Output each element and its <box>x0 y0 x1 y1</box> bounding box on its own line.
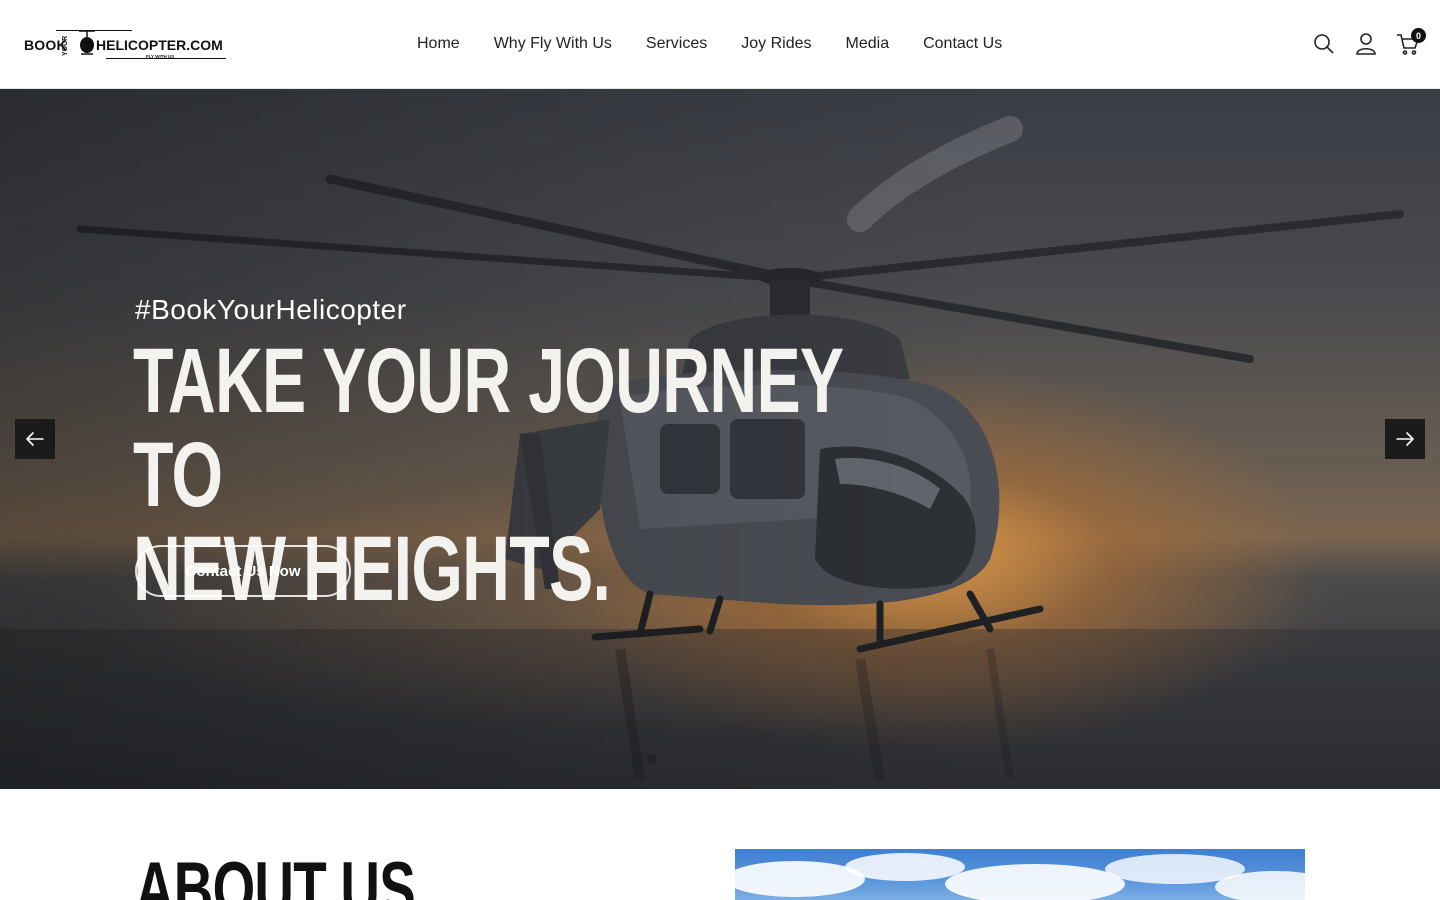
logo-text-helicopter: HELICOPTER.COM <box>96 37 223 53</box>
account-icon <box>1356 33 1376 55</box>
slider-prev-button[interactable] <box>15 419 55 459</box>
about-us-image <box>735 849 1305 900</box>
slider-dot[interactable] <box>647 754 657 764</box>
account-button[interactable] <box>1354 30 1378 58</box>
arrow-left-icon <box>26 432 44 446</box>
logo-text-your: YOUR <box>62 35 69 56</box>
nav-item-services[interactable]: Services <box>646 33 707 55</box>
main-nav: Home Why Fly With Us Services Joy Rides … <box>417 33 1002 55</box>
logo-tagline: FLY WITH US <box>146 54 175 59</box>
hero-headline-line1: TAKE YOUR JOURNEY TO <box>133 330 843 526</box>
nav-item-home[interactable]: Home <box>417 33 460 55</box>
search-icon <box>1314 34 1334 54</box>
about-us-heading: ABOUT US <box>135 847 416 900</box>
slider-next-button[interactable] <box>1385 419 1425 459</box>
nav-item-joy-rides[interactable]: Joy Rides <box>741 33 811 55</box>
logo-text-book: BOOK <box>24 37 67 53</box>
hero-hashtag: #BookYourHelicopter <box>135 294 407 325</box>
brand-logo[interactable]: BOOK YOUR HELICOPTER.COM FLY WITH US <box>24 26 228 62</box>
cart-count-badge: 0 <box>1411 28 1426 43</box>
hero-slider: #BookYourHelicopter TAKE YOUR JOURNEY TO… <box>0 89 1440 789</box>
search-button[interactable] <box>1312 30 1336 58</box>
sky-clouds-image <box>735 853 1305 900</box>
nav-item-media[interactable]: Media <box>846 33 890 55</box>
nav-item-why-fly-with-us[interactable]: Why Fly With Us <box>494 33 612 55</box>
site-header: BOOK YOUR HELICOPTER.COM FLY WITH US Hom… <box>0 0 1440 89</box>
helicopter-logo-icon <box>79 30 95 55</box>
header-actions: 0 <box>1312 28 1426 58</box>
arrow-right-icon <box>1396 432 1414 446</box>
contact-us-now-button[interactable]: Contact Us Now <box>135 545 351 597</box>
nav-item-contact-us[interactable]: Contact Us <box>923 33 1002 55</box>
cart-button[interactable]: 0 <box>1396 28 1426 58</box>
